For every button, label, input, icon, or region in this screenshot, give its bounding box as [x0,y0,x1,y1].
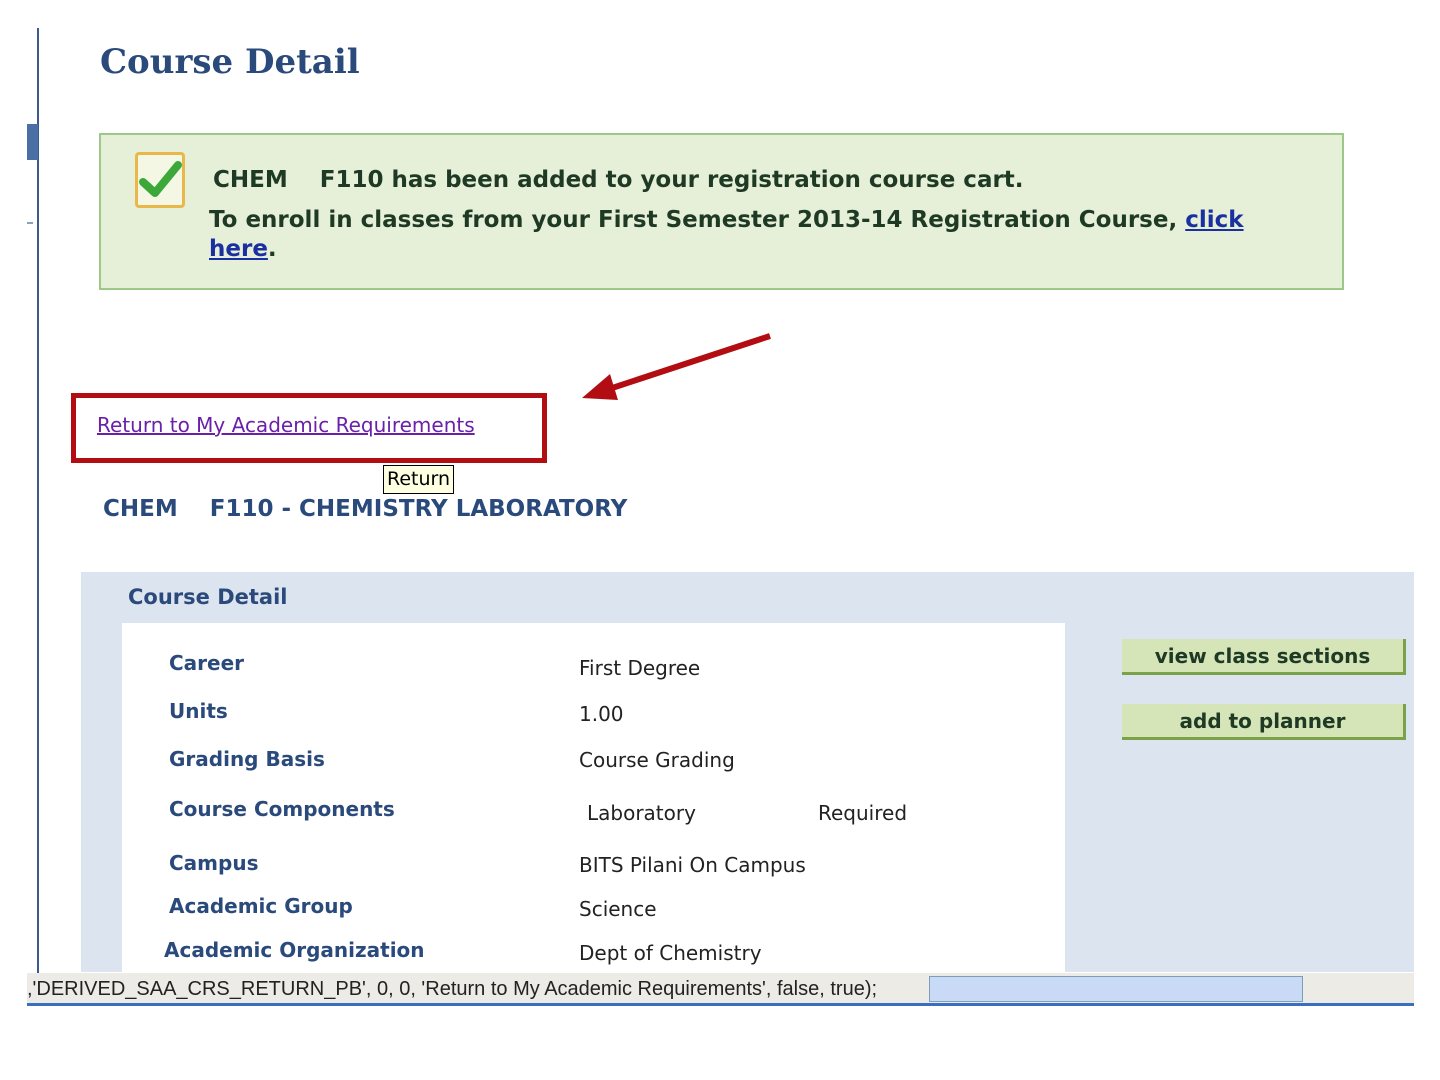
academic-organization-value: Dept of Chemistry [579,941,762,965]
academic-group-label: Academic Group [169,894,353,918]
career-label: Career [169,651,245,675]
campus-value: BITS Pilani On Campus [579,853,806,877]
units-label: Units [169,699,228,723]
checkmark-icon [135,152,185,208]
annotation-arrow-icon [582,333,771,400]
left-nav-tab[interactable] [27,124,38,160]
status-progress-bar [929,976,1303,1002]
units-value: 1.00 [579,702,624,726]
add-to-planner-button[interactable]: add to planner [1122,704,1406,740]
campus-label: Campus [169,851,259,875]
page-title: Course Detail [100,42,360,82]
enroll-instructions-text: To enroll in classes from your First Sem… [209,207,1186,233]
return-tooltip: Return [383,465,455,494]
confirmation-text: CHEM F110 has been added to your registr… [213,167,1024,193]
status-bar-text: ,'DERIVED_SAA_CRS_RETURN_PB', 0, 0, 'Ret… [27,978,878,1000]
grading-basis-label: Grading Basis [169,747,325,771]
course-components-label: Course Components [169,797,395,821]
grading-basis-value: Course Grading [579,748,735,772]
course-detail-panel-title: Course Detail [128,585,288,609]
career-value: First Degree [579,656,701,680]
course-heading: CHEM F110 - CHEMISTRY LABORATORY [103,496,628,522]
course-component-type: Laboratory [587,801,696,825]
enroll-instructions: To enroll in classes from your First Sem… [209,206,1299,264]
academic-group-value: Science [579,897,657,921]
academic-organization-label: Academic Organization [164,938,425,962]
course-component-status: Required [818,801,908,825]
enroll-instructions-suffix: . [267,236,277,262]
left-border [37,28,39,988]
left-divider [27,222,33,224]
return-to-requirements-link[interactable]: Return to My Academic Requirements [97,413,475,437]
view-class-sections-button[interactable]: view class sections [1122,639,1406,675]
